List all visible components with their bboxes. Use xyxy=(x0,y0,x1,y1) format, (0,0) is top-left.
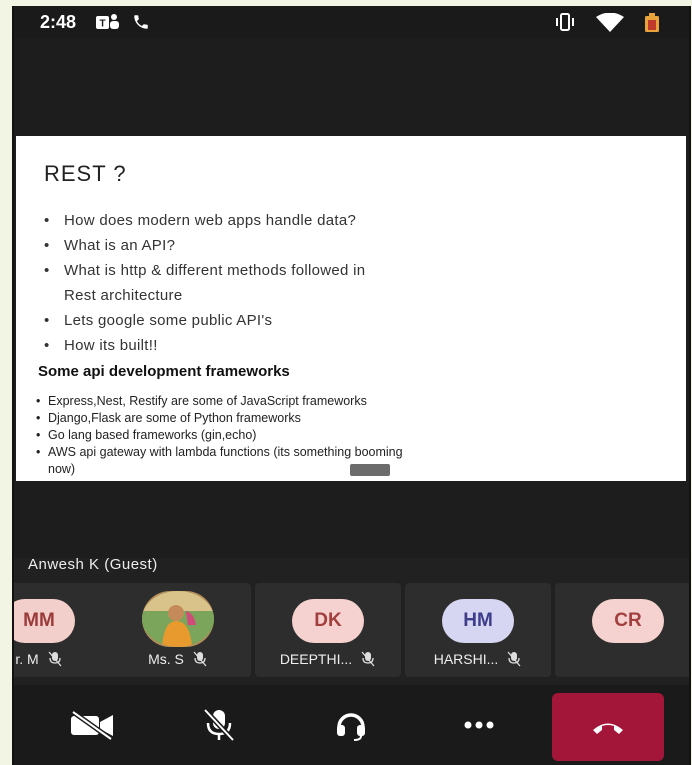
slide-framework-list: Express,Nest, Restify are some of JavaSc… xyxy=(34,393,403,478)
mic-muted-icon xyxy=(192,651,208,670)
slide-bullet: Lets google some public API's xyxy=(40,308,365,333)
participant-tile[interactable]: CR xyxy=(555,583,689,677)
participant-name: Ms. S xyxy=(105,651,251,670)
participant-avatar: MM xyxy=(14,599,75,643)
mic-off-icon xyxy=(203,708,235,742)
participant-name-text: r. M xyxy=(15,651,39,668)
active-speaker-name: Anwesh K (Guest) xyxy=(28,556,158,573)
status-bar: 2:48 T xyxy=(14,6,689,38)
teams-call-screen: 2:48 T REST ? How does modern web apps h… xyxy=(12,6,691,765)
participant-name-text: HARSHI... xyxy=(433,651,499,668)
mic-toggle-button[interactable] xyxy=(169,693,269,757)
more-options-button[interactable] xyxy=(429,693,529,757)
participant-tile[interactable]: Ms. S xyxy=(105,583,251,677)
participant-name-text: DEEPTHI... xyxy=(279,651,353,668)
participant-tile[interactable]: HM HARSHI... xyxy=(405,583,551,677)
participant-tile[interactable]: MM r. M xyxy=(14,583,112,677)
slide-bullet: What is http & different methods followe… xyxy=(40,258,365,283)
slide-subtitle: Some api development frameworks xyxy=(38,363,290,380)
headset-icon xyxy=(337,713,365,741)
hang-up-icon xyxy=(593,723,623,734)
slide-bullet-list: How does modern web apps handle data?Wha… xyxy=(40,208,365,358)
vibrate-icon xyxy=(556,13,574,31)
phone-icon xyxy=(134,15,148,29)
slide-bullet: AWS api gateway with lambda functions (i… xyxy=(34,444,403,461)
more-icon xyxy=(464,721,494,729)
svg-text:T: T xyxy=(100,19,106,30)
shared-screen-stage: REST ? How does modern web apps handle d… xyxy=(14,38,689,558)
slide-bullet: What is an API? xyxy=(40,233,365,258)
camera-off-icon xyxy=(71,710,113,740)
teams-icon: T xyxy=(96,14,119,30)
participant-name: HARSHI... xyxy=(405,651,551,670)
participant-avatar: CR xyxy=(592,599,664,643)
mic-muted-icon xyxy=(360,651,376,670)
audio-device-button[interactable] xyxy=(301,693,401,757)
camera-toggle-button[interactable] xyxy=(42,693,142,757)
slide-bullet: How its built!! xyxy=(40,333,365,358)
participant-photo xyxy=(142,591,214,647)
presentation-drag-handle[interactable] xyxy=(350,464,390,476)
slide-title: REST ? xyxy=(44,161,127,186)
participant-tile[interactable]: DK DEEPTHI... xyxy=(255,583,401,677)
participant-name: r. M xyxy=(14,651,112,670)
wifi-icon xyxy=(596,13,624,32)
participant-strip: MM r. M Ms. S DK DEEPTHI... HM HARSHI... CR xyxy=(14,583,689,679)
slide-bullet: Django,Flask are some of Python framewor… xyxy=(34,410,403,427)
call-controls xyxy=(14,685,689,765)
mic-muted-icon xyxy=(47,651,63,670)
slide-bullet-continuation: Rest architecture xyxy=(64,287,183,304)
presentation-slide: REST ? How does modern web apps handle d… xyxy=(16,136,686,481)
end-call-button[interactable] xyxy=(552,693,664,761)
participant-name: DEEPTHI... xyxy=(255,651,401,670)
battery-icon xyxy=(645,13,659,32)
slide-bullet: How does modern web apps handle data? xyxy=(40,208,365,233)
slide-bullet: Go lang based frameworks (gin,echo) xyxy=(34,427,403,444)
slide-bullet-continuation: now) xyxy=(48,462,76,476)
mic-muted-icon xyxy=(506,651,522,670)
status-time: 2:48 xyxy=(40,12,77,32)
participant-avatar: DK xyxy=(292,599,364,643)
participant-name-text: Ms. S xyxy=(148,651,184,668)
participant-avatar: HM xyxy=(442,599,514,643)
slide-bullet: Express,Nest, Restify are some of JavaSc… xyxy=(34,393,403,410)
